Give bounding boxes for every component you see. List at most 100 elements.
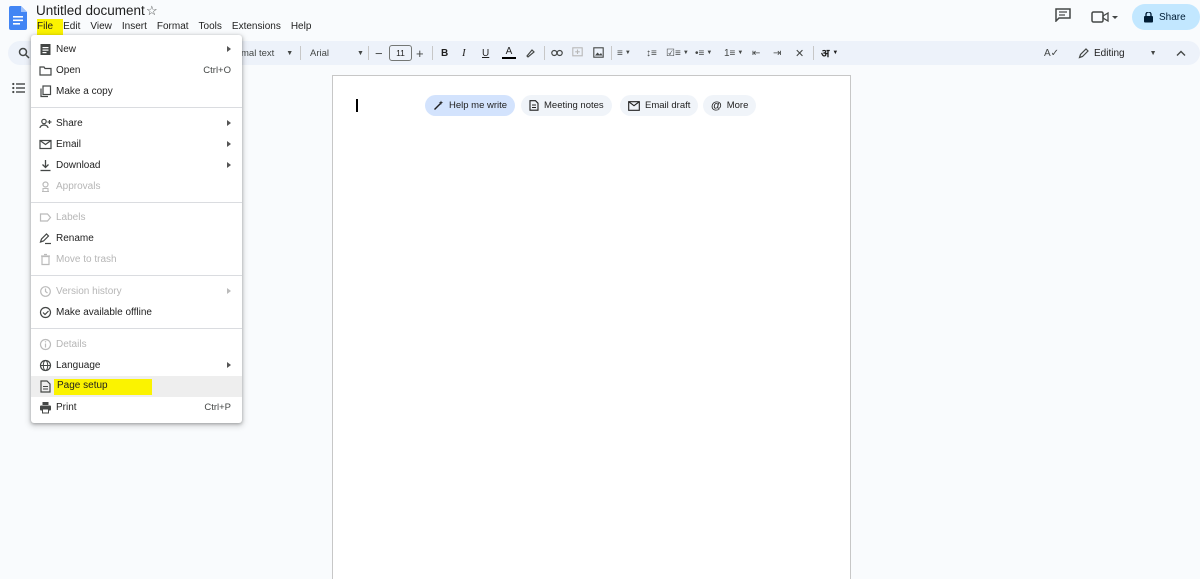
search-menus-icon[interactable] xyxy=(18,47,30,59)
menu-help[interactable]: Help xyxy=(286,19,317,36)
menu-item-move-to-trash[interactable]: Move to trash xyxy=(31,249,242,270)
menu-item-download[interactable]: Download xyxy=(31,155,242,176)
star-icon[interactable]: ☆ xyxy=(146,3,158,19)
insert-image-icon[interactable] xyxy=(593,47,604,58)
italic-icon[interactable]: I xyxy=(462,41,466,65)
menu-item-make-available-offline[interactable]: Make available offline xyxy=(31,302,242,323)
highlighter-icon[interactable] xyxy=(525,47,536,58)
submenu-arrow-icon xyxy=(227,46,231,52)
email-icon xyxy=(39,139,52,150)
underline-icon[interactable]: U xyxy=(482,41,489,65)
menu-item-language[interactable]: Language xyxy=(31,355,242,376)
copy-icon xyxy=(40,85,52,98)
menu-item-label: New xyxy=(56,44,77,55)
comment-icon[interactable] xyxy=(1055,8,1071,22)
document-icon xyxy=(529,100,539,111)
email-icon xyxy=(628,100,640,111)
share-button[interactable]: Share xyxy=(1132,4,1200,30)
menu-item-label: Details xyxy=(56,339,87,350)
bold-icon[interactable]: B xyxy=(441,41,448,65)
input-tools-icon[interactable]: अ ▼ xyxy=(821,41,838,65)
menu-item-version-history[interactable]: Version history xyxy=(31,281,242,302)
document-outline-icon[interactable] xyxy=(12,82,25,94)
line-spacing-icon[interactable]: ↕≡ xyxy=(646,41,657,65)
email-draft-chip[interactable]: Email draft xyxy=(620,95,699,116)
docs-logo-icon[interactable] xyxy=(9,6,27,30)
menu-item-label: Make available offline xyxy=(56,307,152,318)
menu-insert[interactable]: Insert xyxy=(117,19,152,36)
toolbar-divider xyxy=(368,46,369,60)
rename-icon xyxy=(39,233,51,245)
menu-item-email[interactable]: Email xyxy=(31,134,242,155)
menu-item-label: Move to trash xyxy=(56,254,117,265)
text-color-icon[interactable]: A xyxy=(502,41,516,65)
menu-item-label: Rename xyxy=(56,233,94,244)
menu-edit[interactable]: Edit xyxy=(58,19,85,36)
menu-item-label: Email xyxy=(56,139,82,150)
toolbar-divider xyxy=(611,46,612,60)
menu-item-label: Share xyxy=(56,118,83,129)
menu-item-page-setup[interactable]: Page setup xyxy=(31,376,242,397)
decrease-indent-icon[interactable]: ⇤ xyxy=(752,41,760,65)
menu-item-make-a-copy[interactable]: Make a copy xyxy=(31,81,242,102)
meet-icon[interactable] xyxy=(1091,10,1119,24)
menu-item-open[interactable]: Open Ctrl+O xyxy=(31,60,242,81)
print-icon xyxy=(40,402,51,414)
menu-extensions[interactable]: Extensions xyxy=(227,19,286,36)
increase-indent-icon[interactable]: ⇥ xyxy=(773,41,781,65)
menu-item-share[interactable]: Share xyxy=(31,113,242,134)
link-icon[interactable] xyxy=(551,48,563,58)
menu-bar: File Edit View Insert Format Tools Exten… xyxy=(32,19,316,36)
editing-mode-label: Editing xyxy=(1094,47,1125,59)
menu-item-approvals[interactable]: Approvals xyxy=(31,176,242,197)
menu-format[interactable]: Format xyxy=(152,19,194,36)
menu-file[interactable]: File xyxy=(32,19,58,36)
lock-icon xyxy=(1144,11,1153,22)
clear-formatting-icon[interactable]: ✕ xyxy=(795,41,804,65)
submenu-arrow-icon xyxy=(227,162,231,168)
document-icon xyxy=(40,44,51,55)
folder-icon xyxy=(39,66,52,76)
trash-icon xyxy=(41,253,50,266)
add-comment-icon[interactable] xyxy=(572,47,583,58)
label-icon xyxy=(39,213,52,222)
font-select[interactable]: Arial ▼ xyxy=(310,41,364,65)
menu-separator xyxy=(31,328,242,329)
more-chip[interactable]: @ More xyxy=(703,95,757,116)
person-add-icon xyxy=(39,118,52,129)
increase-font-size-icon[interactable]: + xyxy=(416,41,424,65)
menu-item-label: Labels xyxy=(56,212,86,223)
checklist-icon[interactable]: ☑≡ ▼ xyxy=(666,41,689,65)
font-size-input[interactable]: 11 xyxy=(389,45,412,61)
at-icon: @ xyxy=(711,99,722,112)
menu-item-labels[interactable]: Labels xyxy=(31,207,242,228)
toolbar-divider xyxy=(544,46,545,60)
menu-item-new[interactable]: New xyxy=(31,39,242,60)
menu-item-label: Approvals xyxy=(56,181,101,192)
pencil-icon xyxy=(1078,47,1089,58)
menu-tools[interactable]: Tools xyxy=(194,19,227,36)
menu-separator xyxy=(31,202,242,203)
style-select-label: mal text xyxy=(241,47,275,59)
menu-item-rename[interactable]: Rename xyxy=(31,228,242,249)
chip-label: More xyxy=(726,100,749,111)
spellcheck-icon[interactable]: A✓ xyxy=(1044,41,1059,65)
style-select[interactable]: mal text ▼ xyxy=(241,41,293,65)
numbered-list-icon[interactable]: 1≡ ▼ xyxy=(724,41,743,65)
align-icon[interactable]: ≡ ▼ xyxy=(617,41,631,65)
share-button-label: Share xyxy=(1159,11,1186,23)
meeting-notes-chip[interactable]: Meeting notes xyxy=(521,95,612,116)
editing-mode-select[interactable]: Editing ▼ xyxy=(1078,41,1168,65)
help-me-write-chip[interactable]: Help me write xyxy=(425,95,516,116)
menu-view[interactable]: View xyxy=(85,19,117,36)
menu-item-print[interactable]: Print Ctrl+P xyxy=(31,397,242,418)
toolbar-divider xyxy=(813,46,814,60)
chevron-up-icon[interactable] xyxy=(1176,49,1186,57)
history-icon xyxy=(40,286,51,297)
document-page[interactable] xyxy=(332,75,851,579)
menu-item-details[interactable]: Details xyxy=(31,334,242,355)
bulleted-list-icon[interactable]: •≡ ▼ xyxy=(695,41,712,65)
document-title[interactable]: Untitled document xyxy=(36,3,145,18)
chip-label: Email draft xyxy=(645,100,691,111)
decrease-font-size-icon[interactable]: − xyxy=(375,41,383,65)
